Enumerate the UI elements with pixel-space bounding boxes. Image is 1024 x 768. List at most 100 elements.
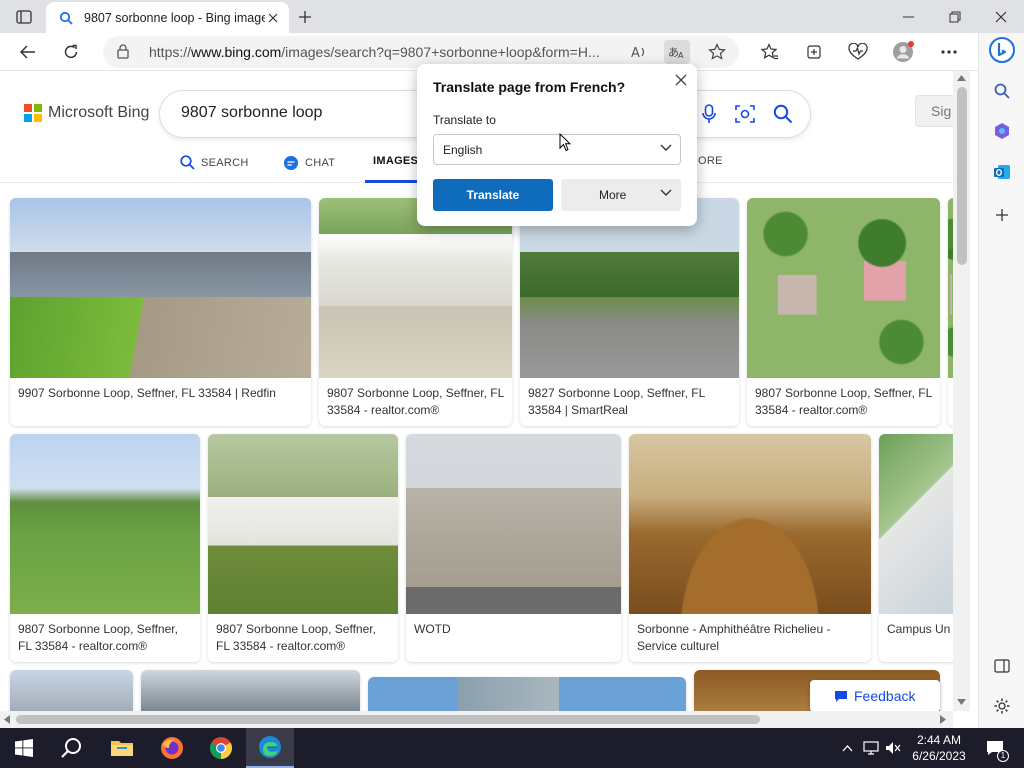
- read-aloud-icon[interactable]: A: [626, 40, 652, 64]
- settings-more-icon[interactable]: [935, 38, 963, 66]
- result-caption[interactable]: 9907 Sorbonne Loop, Seffner, FL 33584 | …: [18, 385, 303, 402]
- horizontal-scroll-thumb[interactable]: [16, 715, 760, 724]
- sign-in-button[interactable]: Sig: [915, 95, 953, 127]
- result-image[interactable]: [368, 677, 686, 711]
- result-caption[interactable]: 9807 Sorbonne Loop, Seffner, FL 33584 - …: [755, 385, 932, 419]
- image-result[interactable]: 9807 Sorbonne Loop, Seffner, FL 33584 - …: [319, 198, 512, 426]
- start-button[interactable]: [0, 728, 48, 768]
- vertical-scrollbar[interactable]: [953, 71, 970, 711]
- bing-copilot-icon[interactable]: [988, 36, 1016, 64]
- browser-tab[interactable]: 9807 sorbonne loop - Bing images: [46, 2, 289, 33]
- network-icon[interactable]: [861, 728, 881, 768]
- result-image[interactable]: [629, 434, 871, 614]
- new-tab-button[interactable]: [292, 4, 318, 30]
- image-result[interactable]: WOTD: [406, 434, 621, 662]
- feedback-button[interactable]: Feedback: [810, 680, 940, 711]
- result-image[interactable]: [879, 434, 953, 614]
- favorites-icon[interactable]: [756, 38, 784, 66]
- browser-essentials-icon[interactable]: [844, 38, 872, 66]
- image-result[interactable]: 9907 Sorbonne Loop, Seffner, FL 33584 | …: [10, 198, 311, 426]
- more-button-label: More: [599, 188, 627, 202]
- tab-chat-label: CHAT: [305, 157, 336, 169]
- tab-search[interactable]: SEARCH: [180, 155, 249, 170]
- search-icon: [180, 155, 195, 170]
- back-button[interactable]: [14, 38, 42, 66]
- hide-sidebar-icon[interactable]: [988, 652, 1016, 680]
- visual-search-icon[interactable]: [733, 102, 757, 126]
- close-window-button[interactable]: [978, 0, 1024, 33]
- lock-icon[interactable]: [117, 44, 129, 62]
- more-button[interactable]: More: [561, 179, 681, 211]
- search-input[interactable]: 9807 sorbonne loop: [181, 104, 322, 122]
- favorite-star-icon[interactable]: [704, 40, 730, 64]
- add-icon[interactable]: [988, 201, 1016, 229]
- result-caption[interactable]: 9827 Sorbonne Loop, Seffner, FL 33584 | …: [528, 385, 731, 419]
- result-image[interactable]: [10, 434, 200, 614]
- result-caption[interactable]: Campus Uni de Portzamp: [887, 621, 951, 638]
- image-result[interactable]: Campus Uni de Portzamp: [879, 434, 953, 662]
- active-tab-indicator: [365, 180, 417, 183]
- refresh-button[interactable]: [57, 38, 85, 66]
- image-result[interactable]: [368, 677, 686, 711]
- close-icon[interactable]: [673, 72, 689, 88]
- image-result[interactable]: [10, 670, 133, 711]
- image-result[interactable]: Sorbonne - Amphithéâtre Richelieu - Serv…: [629, 434, 871, 662]
- image-result[interactable]: [141, 670, 360, 711]
- tab-images[interactable]: IMAGES: [373, 155, 418, 167]
- minimize-button[interactable]: [886, 0, 932, 33]
- chevron-down-icon: [660, 189, 672, 196]
- collections-icon[interactable]: [800, 38, 828, 66]
- tab-actions-icon[interactable]: [8, 5, 40, 29]
- scroll-left-arrow-icon[interactable]: [4, 715, 10, 724]
- edge-button[interactable]: [246, 728, 294, 768]
- result-image[interactable]: [747, 198, 940, 378]
- close-tab-icon[interactable]: [265, 10, 281, 26]
- result-caption[interactable]: WOTD: [414, 621, 613, 638]
- translate-button[interactable]: Translate: [433, 179, 553, 211]
- search-icon[interactable]: [988, 77, 1016, 105]
- result-caption[interactable]: 9807 Sorbonne Loop, Seffner, FL 33584 - …: [18, 621, 192, 655]
- microsoft-bing-logo[interactable]: Microsoft Bing: [24, 104, 149, 122]
- tab-more[interactable]: ORE: [698, 155, 723, 167]
- translate-icon[interactable]: あA: [664, 40, 690, 64]
- search-submit-icon[interactable]: [771, 102, 795, 126]
- profile-avatar[interactable]: [889, 38, 917, 66]
- language-select[interactable]: English: [433, 134, 681, 165]
- outlook-icon[interactable]: [988, 158, 1016, 186]
- firefox-button[interactable]: [148, 728, 196, 768]
- image-result[interactable]: 9807 Sorbonne Loop, Seffner, FL 33584 - …: [747, 198, 940, 426]
- url-text[interactable]: https://www.bing.com/images/search?q=980…: [149, 44, 619, 60]
- result-caption[interactable]: 9807 Sorbonne Loop, Seffner, FL 33584 - …: [327, 385, 504, 419]
- vertical-scroll-thumb[interactable]: [957, 87, 967, 265]
- tab-more-label: ORE: [698, 155, 723, 167]
- volume-muted-icon[interactable]: [883, 728, 903, 768]
- chrome-button[interactable]: [197, 728, 245, 768]
- result-image[interactable]: [10, 198, 311, 378]
- microsoft-logo-icon: [24, 104, 42, 122]
- taskbar-search-button[interactable]: [48, 728, 96, 768]
- system-clock[interactable]: 2:44 AM 6/26/2023: [904, 732, 974, 764]
- notification-center-button[interactable]: 1: [980, 728, 1010, 768]
- scroll-right-arrow-icon[interactable]: [940, 715, 946, 724]
- scroll-down-arrow-icon[interactable]: [957, 699, 966, 705]
- file-explorer-button[interactable]: [98, 728, 146, 768]
- tab-chat[interactable]: CHAT: [283, 155, 335, 171]
- image-result[interactable]: 9807 Sorbonne Loop, Seffner, FL 33584 - …: [10, 434, 200, 662]
- microphone-icon[interactable]: [697, 102, 721, 126]
- horizontal-scrollbar[interactable]: [0, 711, 953, 728]
- bing-search-icon: [58, 10, 74, 26]
- shopping-icon[interactable]: [988, 117, 1016, 145]
- scroll-up-arrow-icon[interactable]: [957, 75, 966, 81]
- result-image[interactable]: [208, 434, 398, 614]
- restore-button[interactable]: [932, 0, 978, 33]
- chevron-up-icon: [842, 744, 852, 751]
- result-image[interactable]: [406, 434, 621, 614]
- image-result[interactable]: 9807 Sorbonne Loop, Seffner, FL 33584 - …: [208, 434, 398, 662]
- result-caption[interactable]: Sorbonne - Amphithéâtre Richelieu - Serv…: [637, 621, 863, 655]
- result-image[interactable]: [10, 670, 133, 711]
- image-result[interactable]: 9827 Sorbonne Loop, Seffner, FL 33584 | …: [520, 198, 739, 426]
- result-caption[interactable]: 9807 Sorbonne Loop, Seffner, FL 33584 - …: [216, 621, 390, 655]
- sidebar-settings-gear-icon[interactable]: [988, 692, 1016, 720]
- show-hidden-icons-button[interactable]: [838, 728, 856, 768]
- result-image[interactable]: [141, 670, 360, 711]
